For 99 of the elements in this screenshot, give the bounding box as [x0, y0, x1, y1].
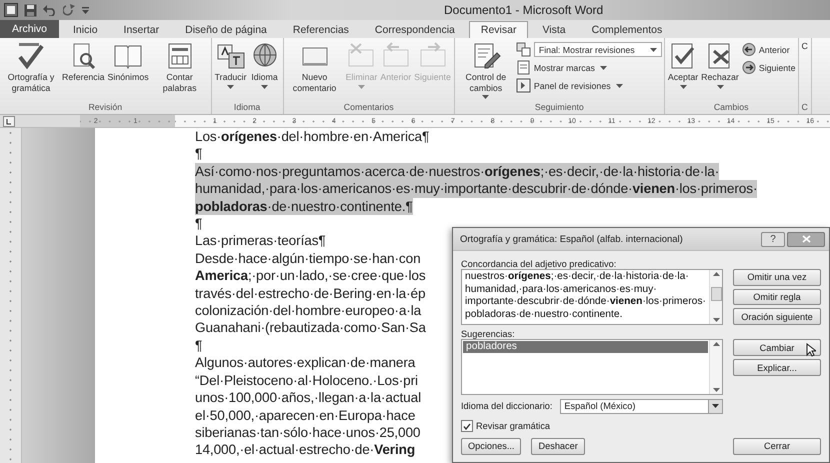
- customize-caret-icon[interactable]: [82, 6, 89, 14]
- save-icon[interactable]: [24, 4, 37, 16]
- dialog-button[interactable]: Deshacer: [531, 438, 585, 454]
- checkbox[interactable]: [461, 420, 473, 432]
- window-title: Documento1 - Microsoft Word: [444, 3, 604, 17]
- ribbon-button[interactable]: Ortografía y gramática: [2, 41, 60, 93]
- text-line: través·del·estrecho·de·Bering·en·la·ép: [195, 284, 426, 302]
- caret-icon: [650, 48, 657, 52]
- dialog-button[interactable]: Oración siguiente: [733, 308, 821, 326]
- ribbon-button[interactable]: Idioma: [248, 41, 281, 88]
- issue-label: Concordancia del adjetivo predicativo:: [461, 259, 618, 269]
- text-line: ¶: [195, 215, 202, 232]
- ribbon-button[interactable]: C: [800, 41, 809, 52]
- undo-icon[interactable]: [43, 4, 57, 16]
- scroll-up-icon[interactable]: [712, 342, 720, 346]
- suggestions-list[interactable]: pobladores: [461, 339, 723, 395]
- app-icon[interactable]: [4, 3, 18, 17]
- group-label: Comentarios: [342, 101, 395, 114]
- text-line: America;·por·un·lado,·se·cree·que·los: [195, 267, 426, 285]
- ribbon-button[interactable]: Referencia: [61, 41, 106, 82]
- ribbon-button[interactable]: Siguiente: [740, 60, 796, 75]
- language-label: Idioma del diccionario:: [461, 401, 552, 411]
- scroll-down-icon[interactable]: [712, 388, 720, 392]
- next-comment-icon: [418, 41, 448, 69]
- text-line: “Del·Pleistoceno·al·Holoceno.·Los·pri: [195, 372, 418, 390]
- caret-icon: [680, 84, 686, 88]
- text-line: Desde·hace·algún·tiempo·se·han·con: [195, 250, 421, 268]
- text-line: Los·orígenes·del·hombre·en·America¶: [195, 128, 430, 146]
- display-dropdown[interactable]: Final: Mostrar revisiones: [534, 42, 662, 57]
- close-icon: [802, 235, 810, 243]
- group-label: Idioma: [232, 101, 262, 114]
- ribbon-tab[interactable]: Inicio: [61, 21, 110, 38]
- checkbox-label: Revisar gramática: [476, 421, 550, 431]
- text-line: Algunos·autores·explican·de·manera: [195, 354, 416, 372]
- ribbon-button[interactable]: Traducir: [214, 41, 248, 88]
- ribbon-button[interactable]: Sinónimos: [106, 41, 150, 82]
- ribbon-tab[interactable]: Revisar: [468, 21, 528, 38]
- ribbon-tab[interactable]: Correspondencia: [362, 21, 467, 38]
- caret-icon: [227, 84, 234, 88]
- text-line: siberianas·tan·sólo·hace·unos·25,000: [195, 424, 420, 442]
- document-icon: [516, 60, 531, 75]
- panel-icon: [516, 78, 531, 93]
- ribbon-button[interactable]: Control de cambios: [456, 41, 515, 99]
- caret-icon: [261, 84, 268, 88]
- ribbon-button[interactable]: Rechazar: [700, 41, 740, 88]
- ribbon-tab[interactable]: Vista: [530, 21, 578, 38]
- ribbon-tab[interactable]: Diseño de página: [173, 21, 279, 38]
- caret-icon: [600, 66, 607, 70]
- dialog-button[interactable]: Omitir regla: [733, 288, 821, 306]
- suggestions-label: Sugerencias:: [461, 329, 516, 339]
- text-line: ¶: [195, 145, 202, 163]
- caret-icon: [616, 84, 623, 88]
- caret-icon: [716, 84, 724, 88]
- dialog-button[interactable]: Explicar...: [733, 359, 821, 376]
- ribbon-button[interactable]: Panel de revisiones: [516, 78, 662, 93]
- tab-stop-icon[interactable]: [3, 116, 16, 126]
- text-line: colonización·del·hombre·europeo·a·la: [195, 302, 422, 320]
- language-dropdown[interactable]: Español (México): [560, 398, 723, 414]
- ribbon-button[interactable]: Aceptar: [666, 41, 700, 88]
- scroll-up-icon[interactable]: [712, 272, 720, 276]
- caret-icon: [482, 95, 490, 99]
- ribbon-tab[interactable]: Complementos: [580, 21, 674, 38]
- group-label: Revisión: [87, 101, 124, 114]
- text-line: Guanahani·(rebautizada·como·San·Sa: [195, 319, 426, 337]
- group-label: Seguimiento: [534, 101, 585, 114]
- redo-icon[interactable]: [63, 4, 76, 16]
- markup-icon: [516, 42, 531, 57]
- text-line: unos·100,000·años,·llegan·a·la·actual: [195, 389, 422, 406]
- group-label: Cambios: [712, 101, 750, 114]
- text-line: Las·primeras·teorías¶: [195, 232, 326, 250]
- text-line: ¶: [195, 336, 202, 354]
- text-line: el·50,000,·aparecen·en·Europa·hace: [195, 406, 416, 424]
- ribbon-button[interactable]: Mostrar marcas: [516, 60, 662, 75]
- ribbon-button[interactable]: Contar palabras: [150, 41, 209, 93]
- dialog-button[interactable]: Omitir una vez: [733, 269, 821, 286]
- check-icon: [463, 422, 471, 430]
- scroll-down-icon[interactable]: [712, 318, 720, 322]
- ribbon-tab[interactable]: Referencias: [280, 21, 361, 38]
- spellcheck-icon: [16, 41, 46, 69]
- close-button[interactable]: [787, 232, 825, 246]
- dialog-title: Ortografía y gramática: Español (alfab. internacional): [460, 234, 683, 244]
- scroll-thumb[interactable]: [710, 287, 722, 301]
- previous-comment-icon: [380, 41, 411, 69]
- file-tab[interactable]: Archivo: [0, 20, 60, 38]
- close-dialog-button[interactable]: Cerrar: [733, 438, 821, 454]
- ribbon-button[interactable]: Nuevo comentario: [286, 41, 344, 93]
- suggestion-item[interactable]: pobladores: [463, 341, 708, 353]
- text-line: 14,000,·el·actual·estrecho·de·Vering: [195, 441, 416, 459]
- caret-icon: [358, 84, 365, 88]
- mouse-pointer-icon: [806, 343, 816, 357]
- ribbon-button[interactable]: Anterior: [740, 42, 796, 57]
- delete-comment-icon: [346, 41, 376, 69]
- help-button[interactable]: ?: [761, 232, 785, 246]
- ribbon-tab[interactable]: Insertar: [112, 21, 172, 38]
- sentence-box[interactable]: nuestros·orígenes;·es·decir,·de·la·historia·de·la·humanidad,·para·los·americanos·es·muy·importante·descubrir·de·dónde·vienen·los·primeros·pobladoras·de·nuestro·continente.: [461, 269, 723, 325]
- dropdown-arrow-icon: [712, 404, 719, 408]
- dialog-button[interactable]: Cambiar: [733, 339, 821, 356]
- group-label: C: [800, 101, 809, 114]
- dialog-button[interactable]: Opciones...: [461, 438, 522, 454]
